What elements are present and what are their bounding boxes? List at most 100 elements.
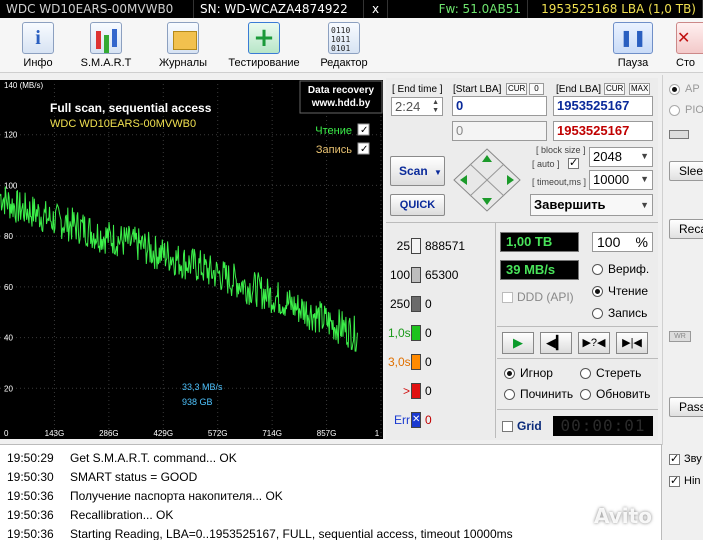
block-size-label: [ block size ] bbox=[536, 145, 586, 155]
editor-tab-button[interactable]: Редактор bbox=[306, 20, 382, 72]
ignore-label: Игнор bbox=[520, 366, 553, 380]
first-aid-icon bbox=[248, 22, 280, 54]
mode-verify-radio[interactable]: Вериф. bbox=[592, 262, 649, 276]
log-entry: 19:50:36 Starting Reading, LBA=0..1953525… bbox=[7, 526, 513, 540]
histogram-count: 0 bbox=[425, 413, 432, 427]
block-size-select[interactable]: 2048 ▼ bbox=[589, 147, 653, 167]
promo-line-2: www.hdd.by bbox=[311, 98, 371, 109]
refresh-label: Обновить bbox=[596, 387, 651, 401]
y-tick-label: 60 bbox=[4, 283, 13, 292]
progress-percent-readout: 100 % bbox=[592, 232, 653, 252]
drive-model: WDC WD10EARS-00MVWB0 bbox=[0, 0, 194, 18]
remap-label: Починить bbox=[520, 387, 574, 401]
end-lba-input[interactable]: 1953525167 bbox=[553, 96, 653, 116]
log-time: 19:50:29 bbox=[7, 451, 54, 465]
right-sidebar: AP PIO Slee Reca WR Pass bbox=[662, 75, 703, 445]
ddd-api-checkbox[interactable]: DDD (API) bbox=[502, 290, 574, 304]
pio-mode-radio[interactable]: PIO bbox=[669, 104, 703, 116]
seek-icon: ▶?◀ bbox=[582, 337, 606, 349]
pause-label: Пауза bbox=[617, 57, 649, 69]
finish-dropdown-icon: ▼ bbox=[640, 200, 649, 210]
read-label: Чтение bbox=[608, 284, 649, 298]
end-lba-max-button[interactable]: MAX bbox=[629, 83, 651, 95]
grid-checkbox[interactable]: Grid bbox=[502, 419, 542, 433]
action-refresh-radio[interactable]: Обновить bbox=[580, 387, 650, 401]
pio-label: PIO bbox=[685, 104, 703, 116]
main-toolbar: Инфо S.M.A.R.T Журналы Тестирование Реда… bbox=[0, 18, 703, 73]
random-seek-button[interactable]: ▶?◀ bbox=[578, 332, 610, 354]
end-time-spin-icon[interactable]: ▲ ▼ bbox=[432, 99, 439, 115]
smart-tab-button[interactable]: S.M.A.R.T bbox=[68, 20, 144, 72]
speed-graph: 120 100 80 60 40 20 0 143G 286G 429G 572G 714G 857G… bbox=[0, 80, 383, 439]
progress-percent-unit: % bbox=[635, 234, 648, 250]
direction-pad[interactable] bbox=[452, 147, 522, 213]
timeout-dropdown-icon: ▼ bbox=[640, 174, 649, 184]
histogram-count: 0 bbox=[425, 355, 432, 369]
end-lba-cur-button[interactable]: CUR bbox=[604, 83, 626, 95]
timeout-select[interactable]: 10000 ▼ bbox=[589, 170, 653, 190]
event-log: 19:50:29 Get S.M.A.R.T. command... OK 19:5… bbox=[0, 444, 662, 540]
passport-button[interactable]: Pass bbox=[669, 397, 703, 417]
info-tab-button[interactable]: Инфо bbox=[0, 20, 76, 72]
logs-tab-label: Журналы bbox=[158, 57, 208, 69]
grid-divider bbox=[497, 409, 658, 410]
start-lba-cur-button[interactable]: CUR bbox=[506, 83, 528, 95]
smart-tab-label: S.M.A.R.T bbox=[80, 57, 132, 69]
x-tick-label: 714G bbox=[262, 429, 282, 438]
start-lba-zero-button[interactable]: 0 bbox=[529, 83, 544, 95]
pause-button[interactable]: ❚❚ Пауза bbox=[603, 20, 663, 72]
sleep-button[interactable]: Slee bbox=[669, 161, 703, 181]
panel-divider bbox=[386, 222, 658, 223]
pause-icon: ❚❚ bbox=[613, 22, 653, 54]
power-indicator bbox=[669, 130, 689, 139]
hints-checkbox[interactable]: Hin bbox=[669, 474, 701, 487]
sound-checkbox[interactable]: Зву bbox=[669, 452, 702, 465]
histogram-count: 0 bbox=[425, 384, 432, 398]
auto-block-checkbox[interactable] bbox=[568, 156, 579, 169]
stop-label: Сто bbox=[676, 57, 695, 69]
action-ignore-radio[interactable]: Игнор bbox=[504, 366, 553, 380]
test-tab-button[interactable]: Тестирование bbox=[226, 20, 302, 72]
recalibrate-button[interactable]: Reca bbox=[669, 219, 703, 239]
folder-icon bbox=[167, 22, 199, 54]
mode-write-radio[interactable]: Запись bbox=[592, 306, 647, 320]
log-time: 19:50:36 bbox=[7, 527, 54, 540]
logs-tab-button[interactable]: Журналы bbox=[145, 20, 221, 72]
histogram-row: 100 65300 bbox=[388, 265, 458, 285]
start-lba-input[interactable]: 0 bbox=[452, 96, 547, 116]
action-erase-radio[interactable]: Стереть bbox=[580, 366, 641, 380]
stop-button[interactable]: ✕ Сто bbox=[670, 20, 703, 72]
histogram-swatch bbox=[411, 383, 421, 399]
ddd-api-label: DDD (API) bbox=[517, 290, 574, 304]
verify-label: Вериф. bbox=[608, 262, 650, 276]
end-time-field[interactable]: 2:24 ▲ ▼ bbox=[391, 97, 443, 116]
binary-icon bbox=[328, 22, 360, 54]
start-scan-button[interactable]: ▶ bbox=[502, 332, 534, 354]
stop-icon: ✕ bbox=[676, 22, 703, 54]
write-label: Запись bbox=[608, 306, 648, 320]
hints-label: Hin bbox=[684, 475, 701, 487]
action-remap-radio[interactable]: Починить bbox=[504, 387, 573, 401]
legend-read-label: Чтение bbox=[315, 125, 352, 137]
log-time: 19:50:30 bbox=[7, 470, 54, 484]
scan-mode-button[interactable]: Scan ▼ bbox=[390, 156, 445, 186]
api-mode-radio[interactable]: AP bbox=[669, 83, 700, 95]
test-tab-label: Тестирование bbox=[228, 57, 300, 69]
histogram-count: 0 bbox=[425, 297, 432, 311]
scan-backward-button[interactable]: ◀▎ bbox=[540, 332, 572, 354]
actions-divider bbox=[497, 358, 658, 359]
quick-button[interactable]: QUICK bbox=[390, 194, 445, 216]
graph-drive-model: WDC WD10EARS-00MVWB0 bbox=[50, 118, 196, 130]
log-options: Зву Hin bbox=[663, 444, 703, 540]
butterfly-button[interactable]: ▶|◀ bbox=[616, 332, 648, 354]
log-entry: 19:50:36 Получение паспорта накопителя...… bbox=[7, 488, 283, 504]
histogram-row: Err ✕ 0 bbox=[388, 410, 432, 430]
progress-percent-value: 100 bbox=[597, 234, 621, 250]
finish-action-select[interactable]: Завершить ▼ bbox=[530, 194, 653, 216]
timeout-label: [ timeout,ms ] bbox=[532, 177, 587, 187]
graph-unit-label: 140 (MB/s) bbox=[4, 81, 43, 90]
close-drive-button[interactable]: x bbox=[364, 0, 388, 18]
mode-read-radio[interactable]: Чтение bbox=[592, 284, 648, 298]
pio-radio-dot bbox=[669, 104, 680, 116]
block-size-dropdown-icon: ▼ bbox=[640, 151, 649, 161]
